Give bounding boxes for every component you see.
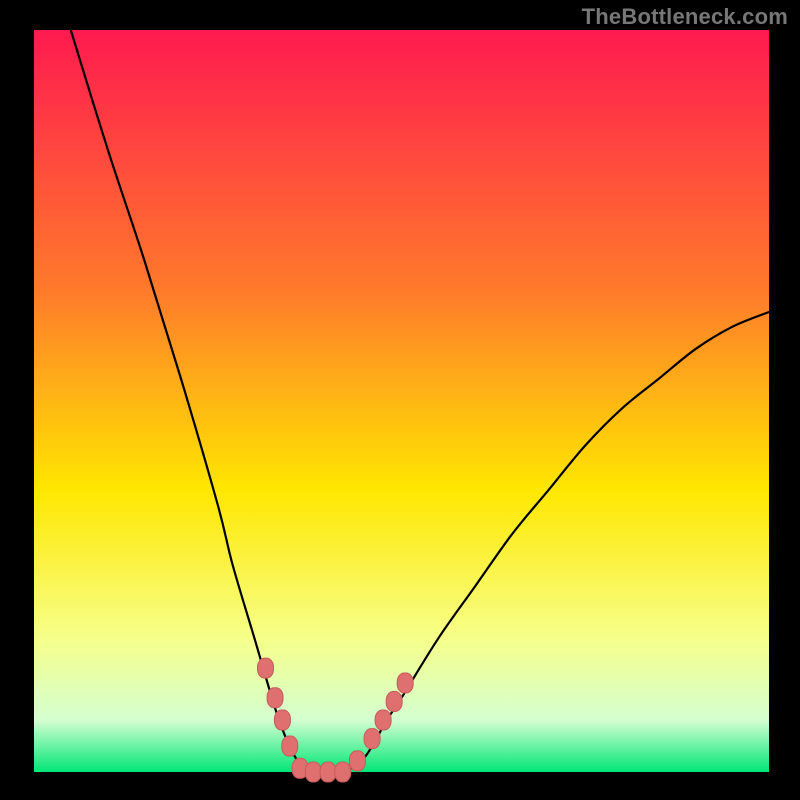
curve-marker	[282, 736, 298, 756]
curve-marker	[364, 729, 380, 749]
curve-marker	[274, 710, 290, 730]
watermark-text: TheBottleneck.com	[582, 4, 788, 30]
curve-marker	[386, 692, 402, 712]
curve-marker	[258, 658, 274, 678]
bottleneck-chart	[0, 0, 800, 800]
plot-background	[34, 30, 769, 772]
curve-marker	[397, 673, 413, 693]
curve-marker	[375, 710, 391, 730]
curve-marker	[267, 688, 283, 708]
curve-marker	[305, 762, 321, 782]
curve-marker	[349, 751, 365, 771]
curve-marker	[320, 762, 336, 782]
curve-marker	[335, 762, 351, 782]
